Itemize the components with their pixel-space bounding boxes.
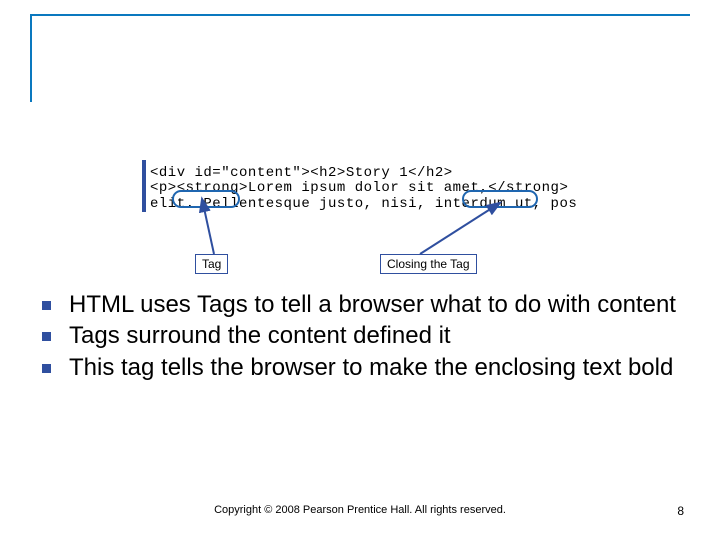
page-number: 8 [677, 504, 684, 518]
list-item: Tags surround the content defined it [42, 321, 690, 350]
bullet-list: HTML uses Tags to tell a browser what to… [42, 290, 690, 384]
bullet-text-2: Tags surround the content defined it [69, 321, 690, 350]
callout-closing-tag: Closing the Tag [380, 254, 477, 274]
callout-tag: Tag [195, 254, 228, 274]
copyright-footer: Copyright © 2008 Pearson Prentice Hall. … [0, 504, 720, 516]
list-item: HTML uses Tags to tell a browser what to… [42, 290, 690, 319]
top-rule [30, 14, 690, 16]
pointer-closing [400, 204, 520, 259]
pointer-tag [170, 204, 250, 259]
code-line-1: <div id="content"><h2>Story 1</h2> [150, 166, 576, 181]
bullet-text-1: HTML uses Tags to tell a browser what to… [69, 290, 690, 319]
bullet-icon [42, 301, 51, 310]
list-item: This tag tells the browser to make the e… [42, 353, 690, 382]
left-rule [30, 14, 32, 102]
bullet-icon [42, 364, 51, 373]
bullet-icon [42, 332, 51, 341]
bullet-text-3: This tag tells the browser to make the e… [69, 353, 690, 382]
